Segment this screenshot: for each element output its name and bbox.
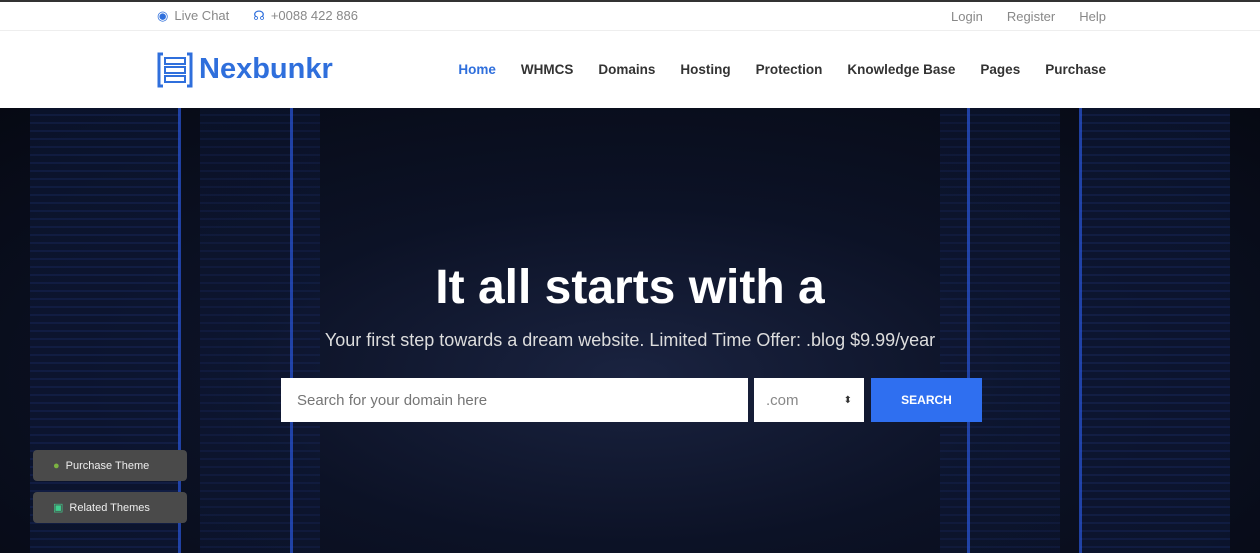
brand-name: Nexbunkr [199, 53, 333, 85]
logo[interactable]: Nexbunkr [157, 52, 333, 88]
nav-purchase[interactable]: Purchase [1045, 62, 1106, 77]
hero-title: It all starts with a [435, 261, 825, 314]
hero-banner: It all starts with a Your first step tow… [0, 108, 1260, 553]
leaf-icon: ● [53, 459, 60, 472]
headset-icon: ☊ [253, 8, 265, 23]
live-chat-link[interactable]: ◉ Live Chat [157, 8, 229, 24]
live-chat-label: Live Chat [174, 8, 230, 23]
main-nav: Home WHMCS Domains Hosting Protection Kn… [458, 62, 1106, 77]
nav-protection[interactable]: Protection [756, 62, 823, 77]
nav-whmcs[interactable]: WHMCS [521, 62, 574, 77]
nav-knowledge-base[interactable]: Knowledge Base [847, 62, 955, 77]
purchase-theme-button[interactable]: ● Purchase Theme [33, 450, 187, 481]
search-button[interactable]: SEARCH [871, 378, 982, 422]
phone-label: +0088 422 886 [270, 8, 358, 23]
nav-pages[interactable]: Pages [980, 62, 1020, 77]
themes-icon: ▣ [53, 502, 64, 514]
select-arrows-icon: ⬍ [843, 394, 852, 406]
nav-home[interactable]: Home [458, 62, 496, 77]
hero-subtitle: Your first step towards a dream website.… [324, 330, 936, 350]
nav-domains[interactable]: Domains [598, 62, 655, 77]
tld-value: .com [766, 391, 799, 409]
related-themes-label: Related Themes [69, 501, 150, 514]
related-themes-button[interactable]: ▣ Related Themes [33, 492, 187, 523]
phone-link[interactable]: ☊ +0088 422 886 [253, 8, 358, 24]
server-logo-icon [157, 52, 193, 87]
domain-search-input[interactable] [281, 378, 748, 422]
tld-select[interactable]: .com ⬍ [754, 378, 864, 422]
header: Nexbunkr Home WHMCS Domains Hosting Prot… [0, 31, 1260, 108]
live-chat-icon: ◉ [157, 8, 169, 23]
nav-hosting[interactable]: Hosting [680, 62, 730, 77]
help-link[interactable]: Help [1079, 9, 1106, 24]
domain-search-form: .com ⬍ SEARCH [281, 378, 982, 422]
top-bar: ◉ Live Chat ☊ +0088 422 886 Login Register… [0, 0, 1260, 31]
purchase-theme-label: Purchase Theme [65, 459, 150, 472]
register-link[interactable]: Register [1007, 9, 1055, 24]
login-link[interactable]: Login [951, 9, 983, 24]
